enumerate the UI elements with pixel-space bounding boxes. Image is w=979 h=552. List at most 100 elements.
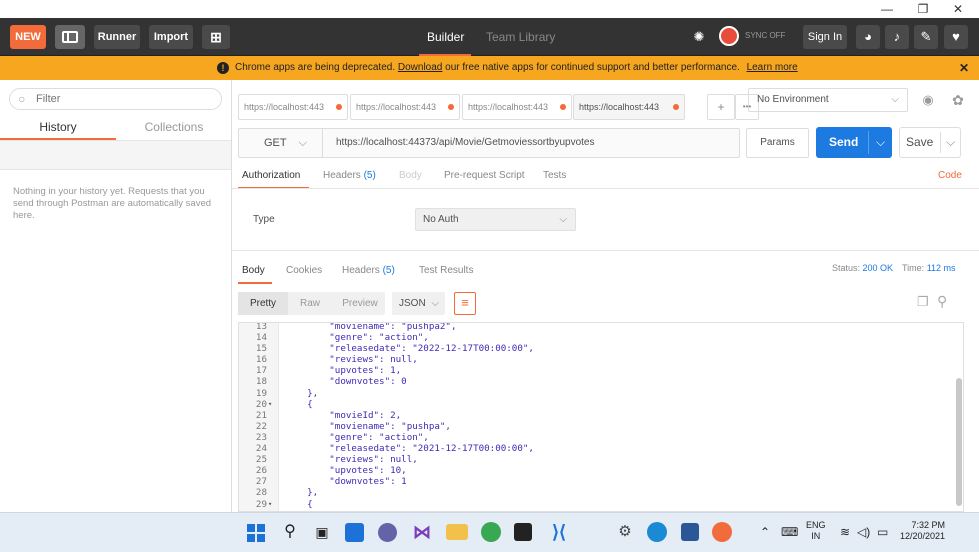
save-button[interactable]: Save ⌵ xyxy=(899,127,961,158)
postman-icon[interactable] xyxy=(712,522,732,542)
send-button[interactable]: Send ⌵ xyxy=(816,127,892,158)
sidebar-toolbar xyxy=(0,140,231,170)
preview-button[interactable]: Preview xyxy=(334,292,386,315)
add-tab-button[interactable]: + xyxy=(707,94,735,120)
request-tab[interactable]: https://localhost:443 xyxy=(238,94,348,120)
chat-icon[interactable] xyxy=(378,523,397,542)
code-text: "moviename": "pushpa", xyxy=(285,420,451,432)
tab-response-headers[interactable]: Headers (5) xyxy=(342,265,395,276)
copy-icon[interactable]: ❐ xyxy=(917,294,929,310)
settings-button[interactable]: ✎ xyxy=(914,25,938,49)
import-button[interactable]: Import xyxy=(149,25,193,49)
maximize-button[interactable]: ❐ xyxy=(908,2,938,16)
chrome-icon[interactable] xyxy=(481,522,501,542)
fold-toggle-icon[interactable]: ▾ xyxy=(268,399,272,410)
chevron-down-icon[interactable]: ⌵ xyxy=(946,128,955,157)
download-link[interactable]: Download xyxy=(398,62,442,73)
chevron-up-icon[interactable]: ⌃ xyxy=(760,525,770,539)
windows-start-icon[interactable] xyxy=(247,524,265,542)
format-select[interactable]: JSON ⌵ xyxy=(392,292,445,315)
widgets-icon[interactable] xyxy=(345,523,364,542)
chevron-down-icon: ⌵ xyxy=(559,214,567,225)
response-body-viewer[interactable]: 13 "moviename": "pushpa2", 14 "genre": "a… xyxy=(238,322,964,512)
url-input[interactable]: https://localhost:44373/api/Movie/Getmov… xyxy=(336,129,594,157)
search-icon[interactable]: ⚲ xyxy=(279,521,301,543)
warning-icon: ! xyxy=(217,62,229,74)
eye-icon[interactable]: ◉ xyxy=(916,88,940,112)
status-info: Status: 200 OK xyxy=(832,263,893,273)
tab-authorization[interactable]: Authorization xyxy=(242,170,300,181)
raw-button[interactable]: Raw xyxy=(290,292,330,315)
code-line: 16 "reviews": null, xyxy=(239,354,954,365)
filter-box[interactable]: ○ xyxy=(9,88,222,110)
search-icon: ○ xyxy=(18,92,26,106)
close-window-button[interactable]: ✕ xyxy=(943,2,973,16)
sidebar-toggle-button[interactable] xyxy=(55,25,85,49)
code-text: { xyxy=(285,398,313,410)
sync-status-icon[interactable] xyxy=(719,26,739,46)
banner-message: Chrome apps are being deprecated. Downlo… xyxy=(235,56,798,80)
environment-select[interactable]: No Environment ⌵ xyxy=(748,88,908,112)
vscode-icon[interactable]: ⟩⟨ xyxy=(548,521,570,543)
request-tab[interactable]: https://localhost:443 xyxy=(573,94,685,120)
notifications-button[interactable]: ♪ xyxy=(885,25,909,49)
tab-body[interactable]: Body xyxy=(399,170,422,181)
interceptor-button[interactable]: ✺ xyxy=(687,25,711,49)
heart-button[interactable]: ♥ xyxy=(944,25,968,49)
sign-in-button[interactable]: Sign In xyxy=(803,25,847,49)
line-number: 14 xyxy=(255,332,267,344)
wrap-lines-icon[interactable]: ≡ xyxy=(454,292,476,315)
tab-test-results[interactable]: Test Results xyxy=(419,265,473,276)
request-tab[interactable]: https://localhost:443 xyxy=(350,94,460,120)
tab-cookies[interactable]: Cookies xyxy=(286,265,322,276)
gear-icon[interactable]: ✿ xyxy=(946,88,970,112)
tab-history[interactable]: History xyxy=(0,116,116,140)
tab-collections[interactable]: Collections xyxy=(116,116,232,140)
sticky-app-icon[interactable] xyxy=(514,523,532,541)
satellite-dish-icon: ◕ xyxy=(864,29,872,44)
language-indicator[interactable]: ENG IN xyxy=(806,520,826,542)
keyboard-icon[interactable]: ⌨ xyxy=(781,525,798,539)
edge-icon[interactable] xyxy=(647,522,667,542)
file-explorer-icon[interactable] xyxy=(446,524,468,540)
fold-toggle-icon[interactable]: ▾ xyxy=(268,499,272,510)
tab-pre-request-script[interactable]: Pre-request Script xyxy=(444,170,525,181)
visual-studio-icon[interactable]: ⋈ xyxy=(411,521,433,543)
method-select[interactable]: GET ⌵ xyxy=(239,129,323,157)
word-icon[interactable] xyxy=(681,523,699,541)
window-titlebar: — ❐ ✕ xyxy=(0,0,979,18)
runner-button[interactable]: Runner xyxy=(94,25,140,49)
search-icon[interactable]: ⚲ xyxy=(937,293,947,310)
pretty-button[interactable]: Pretty xyxy=(238,292,288,315)
capture-button[interactable]: ◕ xyxy=(856,25,880,49)
tab-team-library[interactable]: Team Library xyxy=(486,25,555,49)
wifi-icon[interactable]: ≋ xyxy=(840,525,850,539)
status-label: Status: xyxy=(832,263,861,273)
unsaved-dot-icon xyxy=(448,104,454,110)
satellite-icon: ✺ xyxy=(693,29,705,44)
battery-icon[interactable]: ▭ xyxy=(877,525,888,539)
scrollbar-thumb[interactable] xyxy=(956,378,962,506)
task-view-icon[interactable]: ▣ xyxy=(311,521,333,543)
code-text: "releasedate": "2022-12-17T00:00:00", xyxy=(285,343,534,355)
tab-headers[interactable]: Headers (5) xyxy=(323,170,376,181)
network-app-icon[interactable]: ⚙ xyxy=(614,521,636,543)
code-text: "upvotes": 10, xyxy=(285,465,407,477)
minimize-button[interactable]: — xyxy=(872,2,902,16)
new-button[interactable]: NEW xyxy=(10,25,46,49)
new-window-button[interactable]: ⊞ xyxy=(202,25,230,49)
volume-icon[interactable]: ◁) xyxy=(857,525,870,539)
auth-type-select[interactable]: No Auth ⌵ xyxy=(415,208,576,231)
clock[interactable]: 7:32 PM 12/20/2021 xyxy=(895,520,945,542)
learn-more-link[interactable]: Learn more xyxy=(747,62,798,73)
code-line: 28 }, xyxy=(239,487,954,498)
banner-close-icon[interactable]: ✕ xyxy=(959,56,969,80)
params-button[interactable]: Params xyxy=(746,128,809,158)
tab-response-body[interactable]: Body xyxy=(242,265,265,276)
tab-tests[interactable]: Tests xyxy=(543,170,566,181)
tab-builder[interactable]: Builder xyxy=(427,25,464,49)
request-tab[interactable]: https://localhost:443 xyxy=(462,94,572,120)
filter-input[interactable] xyxy=(36,91,216,107)
chevron-down-icon[interactable]: ⌵ xyxy=(876,127,885,158)
code-link[interactable]: Code xyxy=(938,170,962,181)
